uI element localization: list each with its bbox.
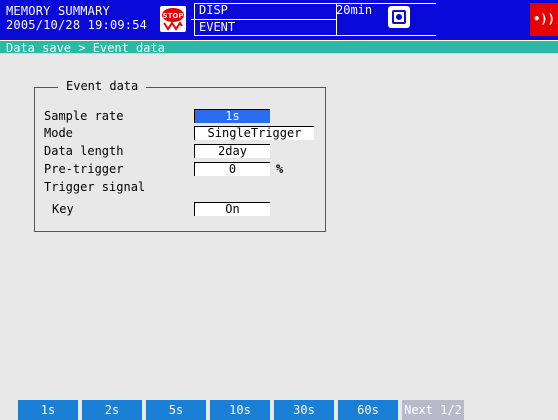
stop-icon-text: STOP <box>163 12 184 20</box>
key-field[interactable]: On <box>194 202 270 216</box>
datetime-label: 2005/10/28 19:09:54 <box>6 18 148 32</box>
breadcrumb-bar: Data save > Event data <box>0 40 558 54</box>
trigger-signal-label: Trigger signal <box>44 180 146 194</box>
softkey-1s[interactable]: 1s <box>18 400 78 420</box>
key-label: Key <box>52 202 74 216</box>
mode-label: MEMORY SUMMARY <box>6 4 110 18</box>
pre-trigger-label: Pre-trigger <box>44 162 124 176</box>
softkey-next-page[interactable]: Next 1/2 <box>402 400 464 420</box>
event-label: EVENT <box>199 20 236 34</box>
media-disk-icon <box>388 6 410 28</box>
alarm-wave-icon: •)) <box>530 3 558 36</box>
pre-trigger-field[interactable]: 0 <box>194 162 270 176</box>
pre-trigger-unit: % <box>276 162 284 176</box>
softkey-5s[interactable]: 5s <box>146 400 206 420</box>
stop-icon: STOP <box>160 6 186 32</box>
panel-title: Event data <box>58 79 147 93</box>
softkey-60s[interactable]: 60s <box>338 400 398 420</box>
mode-field[interactable]: SingleTrigger <box>194 126 314 140</box>
sample-rate-label: Sample rate <box>44 109 124 123</box>
status-bar: MEMORY SUMMARY 2005/10/28 19:09:54 STOP … <box>0 0 558 40</box>
softkey-2s[interactable]: 2s <box>82 400 142 420</box>
mode-label: Mode <box>44 126 73 140</box>
softkey-30s[interactable]: 30s <box>274 400 334 420</box>
breadcrumb: Data save > Event data <box>6 41 165 55</box>
softkey-10s[interactable]: 10s <box>210 400 270 420</box>
data-length-field[interactable]: 2day <box>194 144 270 158</box>
sample-rate-field[interactable]: 1s <box>194 109 270 123</box>
interval-label: 20min <box>336 3 373 17</box>
disp-label: DISP <box>199 3 228 17</box>
data-length-label: Data length <box>44 144 124 158</box>
